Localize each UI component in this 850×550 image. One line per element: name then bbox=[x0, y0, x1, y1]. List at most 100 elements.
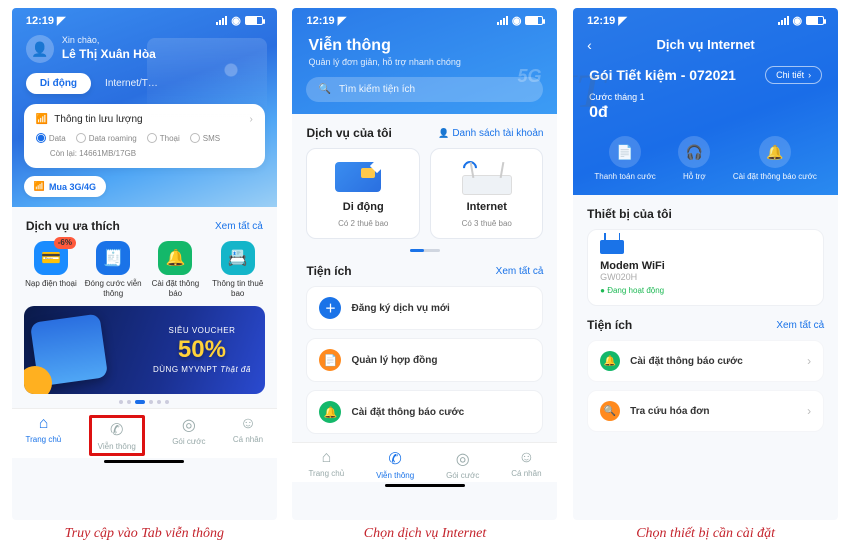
bell-icon: 🔔 bbox=[319, 401, 341, 423]
modem-icon bbox=[600, 240, 624, 254]
service-card-internet[interactable]: Internet Có 3 thuê bao bbox=[430, 148, 544, 239]
action-billing-notification[interactable]: 🔔 Cài đặt thông báo cước bbox=[733, 136, 817, 181]
location-icon: ◤ bbox=[338, 15, 346, 27]
util-manage-contract[interactable]: 📄 Quản lý hợp đồng bbox=[306, 338, 543, 382]
radio-voice[interactable]: Thoại bbox=[147, 133, 180, 143]
nav-home[interactable]: ⌂Trang chủ bbox=[308, 449, 344, 480]
chevron-right-icon[interactable]: › bbox=[249, 114, 252, 125]
wifi-icon: ◉ bbox=[231, 14, 241, 27]
headset-icon: 🎧 bbox=[678, 136, 710, 168]
hero-tabs: Di động Internet/T… bbox=[12, 73, 277, 104]
signal-icon bbox=[216, 16, 227, 25]
account-list-link[interactable]: 👤 Danh sách tài khoản bbox=[438, 128, 543, 139]
nav-profile[interactable]: ☺Cá nhân bbox=[511, 449, 541, 480]
radio-roaming[interactable]: Data roaming bbox=[76, 133, 137, 143]
usage-type-radios: Data Data roaming Thoại SMS bbox=[36, 133, 253, 143]
telecom-icon: ✆ bbox=[110, 420, 123, 440]
see-all-link[interactable]: Xem tất cả bbox=[215, 221, 263, 232]
nav-home[interactable]: ⌂Trang chủ bbox=[26, 415, 62, 456]
nav-profile[interactable]: ☺Cá nhân bbox=[233, 415, 263, 456]
signal-icon bbox=[497, 16, 508, 25]
page-title: Dịch vụ Internet bbox=[657, 37, 755, 52]
sim-icon: 📇 bbox=[221, 241, 255, 275]
action-pay-bill[interactable]: 📄 Thanh toán cước bbox=[594, 136, 655, 181]
signal-icon: 📶 bbox=[36, 114, 48, 125]
battery-icon bbox=[806, 16, 824, 25]
status-bar: 12:19 ◤ ◉ bbox=[292, 8, 557, 33]
plus-icon: ＋ bbox=[319, 297, 341, 319]
nav-packages[interactable]: ◎Gói cước bbox=[172, 415, 205, 456]
caption-2: Chọn dịch vụ Internet bbox=[292, 526, 557, 542]
status-bar: 12:19 ◤ ◉ bbox=[573, 8, 838, 33]
signal-icon bbox=[778, 16, 789, 25]
location-icon: ◤ bbox=[57, 15, 65, 27]
receipt-icon: 🧾 bbox=[96, 241, 130, 275]
service-notification-settings[interactable]: 🔔 Cài đặt thông báo bbox=[145, 241, 205, 298]
utilities-title: Tiện ích bbox=[587, 318, 632, 332]
banner-pager[interactable] bbox=[12, 400, 277, 404]
see-all-link[interactable]: Xem tất cả bbox=[776, 320, 824, 331]
tab-mobile[interactable]: Di động bbox=[26, 73, 91, 94]
bottom-nav: ⌂Trang chủ ✆Viễn thông ◎Gói cước ☺Cá nhâ… bbox=[12, 408, 277, 458]
search-input[interactable]: 🔍 Tìm kiếm tiện ích bbox=[306, 77, 543, 102]
bottom-nav: ⌂Trang chủ ✆Viễn thông ◎Gói cước ☺Cá nhâ… bbox=[292, 442, 557, 482]
invoice-icon: 📄 bbox=[609, 136, 641, 168]
radio-data[interactable]: Data bbox=[36, 133, 66, 143]
home-indicator bbox=[104, 460, 184, 463]
service-pay-telecom[interactable]: 🧾 Đóng cước viễn thông bbox=[83, 241, 143, 298]
search-icon: 🔍 bbox=[318, 84, 330, 95]
avatar-icon[interactable]: 👤 bbox=[26, 35, 54, 63]
caption-1: Truy cập vào Tab viễn thông bbox=[12, 526, 277, 542]
router-icon bbox=[462, 175, 512, 195]
bell-icon: 🔔 bbox=[600, 351, 620, 371]
device-card-modem[interactable]: Modem WiFi GW020H ● Đang hoạt động bbox=[587, 229, 824, 306]
home-icon: ⌂ bbox=[39, 415, 49, 433]
fee-label: Cước tháng 1 bbox=[589, 92, 822, 102]
fee-amount: 0đ bbox=[589, 104, 822, 122]
document-icon: 📄 bbox=[319, 349, 341, 371]
my-services-title: Dịch vụ của tôi bbox=[306, 126, 391, 140]
package-name: Gói Tiết kiệm - 072021 bbox=[589, 67, 736, 83]
device-model: GW020H bbox=[600, 272, 811, 282]
nav-packages[interactable]: ◎Gói cước bbox=[446, 449, 479, 480]
see-all-link[interactable]: Xem tất cả bbox=[496, 266, 544, 277]
buy-data-button[interactable]: 📶Mua 3G/4G bbox=[24, 176, 106, 197]
cards-pager[interactable] bbox=[410, 249, 440, 252]
service-topup[interactable]: 💳-6% Nạp điện thoại bbox=[21, 241, 81, 298]
quota-remaining: Còn lại: 14661MB/17GB bbox=[50, 149, 253, 158]
device-status: ● Đang hoạt động bbox=[600, 286, 811, 295]
nav-telecom[interactable]: ✆Viễn thông bbox=[89, 415, 145, 456]
util-billing-notification[interactable]: 🔔Cài đặt thông báo cước › bbox=[587, 340, 824, 382]
detail-button[interactable]: Chi tiết› bbox=[765, 66, 822, 84]
util-invoice-lookup[interactable]: 🔍Tra cứu hóa đơn › bbox=[587, 390, 824, 432]
action-support[interactable]: 🎧 Hỗ trợ bbox=[678, 136, 710, 181]
tab-internet[interactable]: Internet/T… bbox=[99, 73, 164, 94]
telecom-icon: ✆ bbox=[388, 449, 401, 469]
battery-icon bbox=[525, 16, 543, 25]
location-icon: ◤ bbox=[618, 15, 626, 27]
nav-telecom[interactable]: ✆Viễn thông bbox=[376, 449, 414, 480]
util-billing-notification[interactable]: 🔔 Cài đặt thông báo cước bbox=[306, 390, 543, 434]
chevron-right-icon: › bbox=[807, 354, 811, 368]
profile-icon: ☺ bbox=[518, 449, 534, 467]
caption-3: Chọn thiết bị cần cài đặt bbox=[573, 526, 838, 542]
cart-icon: 📶 bbox=[34, 181, 45, 192]
favorites-grid: 💳-6% Nạp điện thoại 🧾 Đóng cước viễn thô… bbox=[12, 241, 277, 298]
promo-banner[interactable]: SIÊU VOUCHER 50% DÙNG MYVNPT Thật đã bbox=[24, 306, 265, 394]
user-name: Lê Thị Xuân Hòa bbox=[62, 47, 156, 61]
profile-icon: ☺ bbox=[240, 415, 256, 433]
chevron-right-icon: › bbox=[808, 70, 811, 80]
page-title: Viễn thông bbox=[292, 33, 557, 57]
bell-icon: 🔔 bbox=[759, 136, 791, 168]
device-name: Modem WiFi bbox=[600, 260, 811, 272]
my-devices-title: Thiết bị của tôi bbox=[587, 207, 672, 221]
radio-sms[interactable]: SMS bbox=[190, 133, 220, 143]
status-bar: 12:19 ◤ ◉ bbox=[12, 8, 277, 33]
util-register-service[interactable]: ＋ Đăng ký dịch vụ mới bbox=[306, 286, 543, 330]
home-icon: ⌂ bbox=[321, 449, 331, 467]
bell-icon: 🔔 bbox=[158, 241, 192, 275]
service-card-mobile[interactable]: Di động Có 2 thuê bao bbox=[306, 148, 420, 239]
back-button[interactable]: ‹ bbox=[587, 37, 592, 53]
sim-card-icon bbox=[335, 162, 381, 192]
service-subscriber-info[interactable]: 📇 Thông tin thuê bao bbox=[208, 241, 268, 298]
